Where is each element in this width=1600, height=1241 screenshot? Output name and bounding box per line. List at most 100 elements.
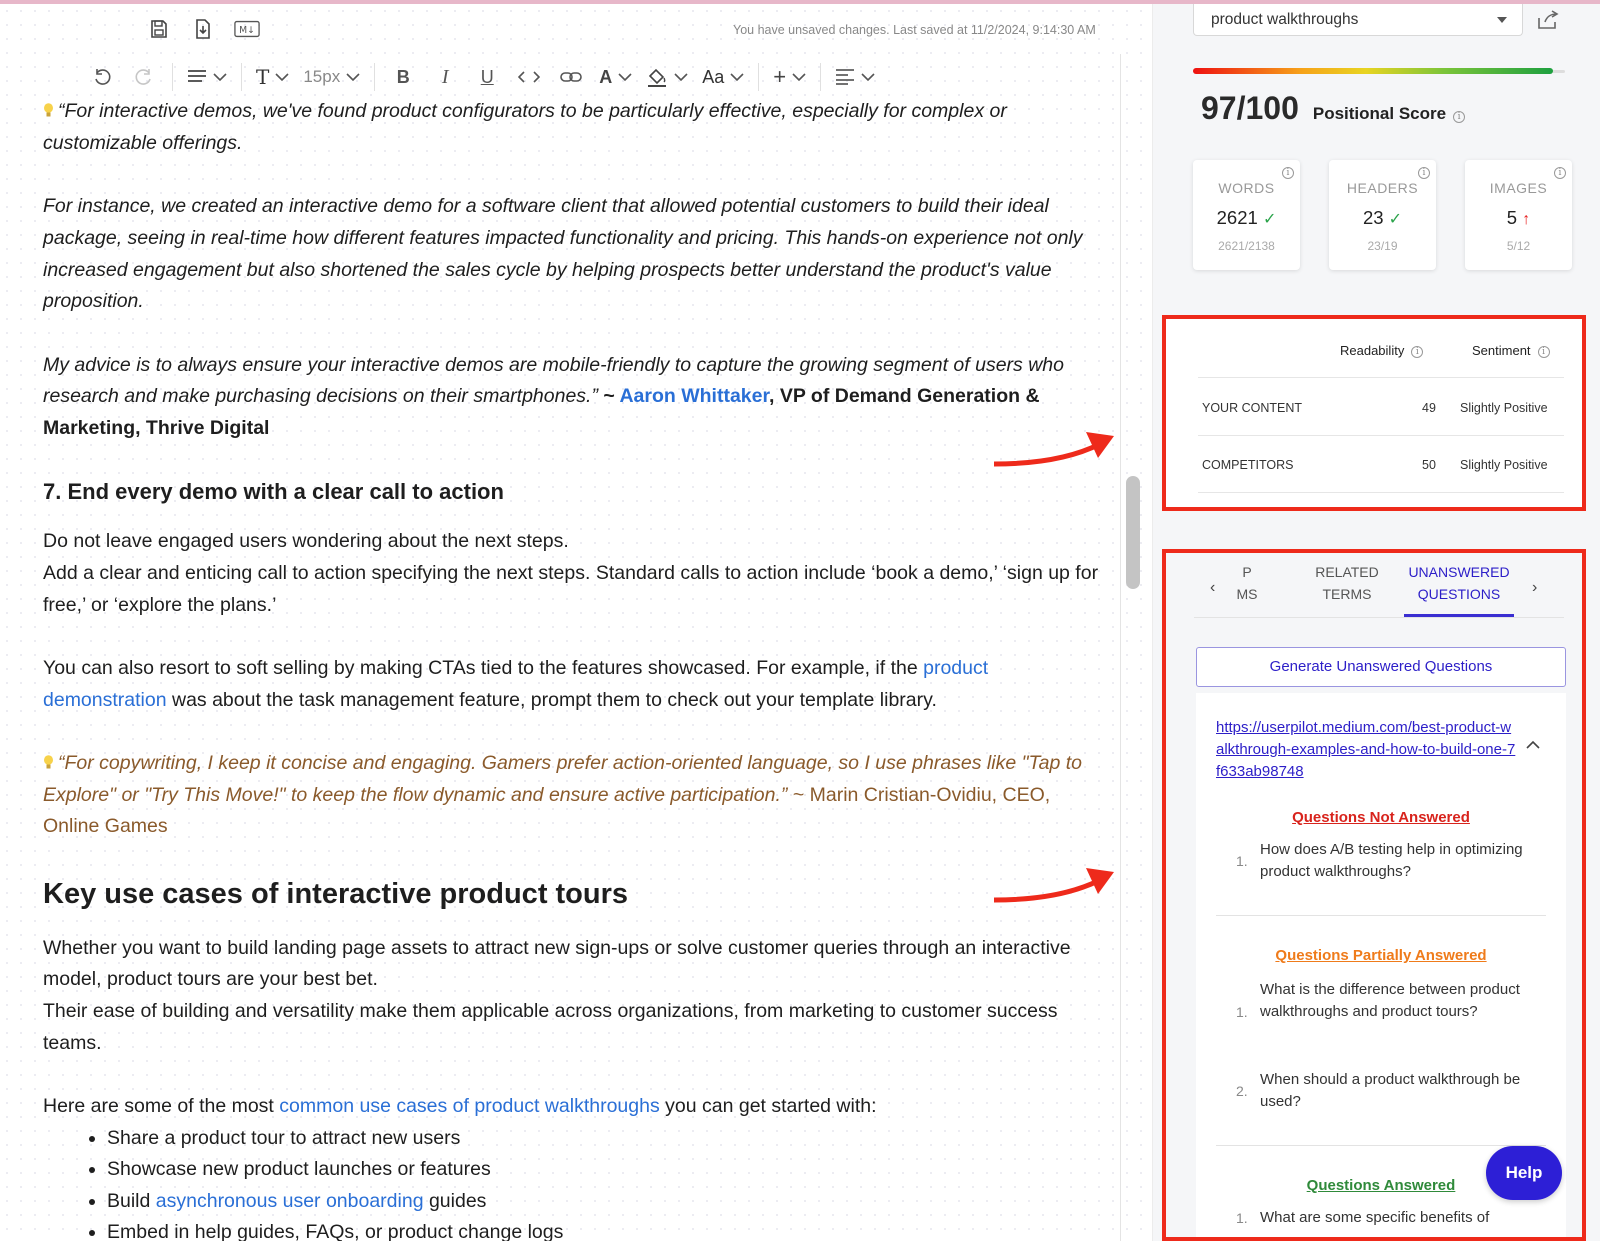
scrollbar-track	[1120, 54, 1121, 1241]
text-case-dropdown[interactable]: Aa	[702, 62, 744, 92]
readability-box: Readability i Sentiment i YOUR CONTENT 49 …	[1162, 315, 1586, 511]
bold-icon[interactable]: B	[389, 62, 417, 92]
link-icon[interactable]	[557, 62, 585, 92]
chevron-down-icon	[346, 73, 360, 82]
share-icon[interactable]	[1537, 10, 1559, 35]
body-text: You can also resort to soft selling by m…	[43, 656, 924, 679]
highlight-icon	[648, 68, 667, 87]
competitor-url-link[interactable]: https://userpilot.medium.com/best-produc…	[1216, 717, 1516, 783]
chevron-up-icon[interactable]	[1526, 737, 1540, 753]
quote-paragraph: “For copywriting, I keep it concise and …	[43, 748, 1103, 843]
score-bar	[1193, 68, 1553, 74]
stat-number: 2621	[1216, 207, 1258, 228]
onboarding-link[interactable]: asynchronous user onboarding	[156, 1190, 424, 1212]
underline-icon[interactable]: U	[473, 62, 501, 92]
images-card: i IMAGES 5 ↑ 5/12	[1465, 160, 1572, 270]
chevron-down-icon	[213, 73, 227, 82]
stat-number: 5	[1506, 207, 1518, 228]
tab-label: TERMS	[1322, 586, 1372, 602]
font-size-value: 15px	[303, 67, 341, 86]
stat-value: 5 ↑	[1465, 207, 1572, 229]
chevron-down-icon	[792, 73, 806, 82]
download-icon[interactable]	[190, 16, 216, 42]
undo-icon[interactable]	[88, 62, 116, 92]
body-text: was about the task management feature, p…	[166, 688, 937, 711]
stat-sub: 2621/2138	[1218, 239, 1275, 253]
score-row: 97/100 Positional Score i	[1201, 90, 1466, 127]
bullet-list: Share a product tour to attract new user…	[107, 1123, 1103, 1241]
readability-label: Readability	[1340, 343, 1405, 358]
italic-icon[interactable]: I	[431, 62, 459, 92]
body-paragraph: You can also resort to soft selling by m…	[43, 653, 1103, 716]
author-link[interactable]: Aaron Whittaker	[619, 385, 769, 407]
file-actions: M↓	[146, 16, 260, 42]
table-row: COMPETITORS 50 Slightly Positive	[1202, 458, 1562, 472]
not-answered-title: Questions Not Answered	[1292, 809, 1470, 826]
words-card: i WORDS 2621 ✓ 2621/2138	[1193, 160, 1300, 270]
check-icon: ✓	[1388, 211, 1403, 228]
keyword-select[interactable]: product walkthroughs	[1193, 4, 1523, 36]
item-number: 1.	[1236, 1004, 1248, 1020]
sentiment-header: Sentiment i	[1472, 343, 1550, 358]
info-icon[interactable]: i	[1453, 111, 1466, 123]
info-icon[interactable]: i	[1418, 167, 1430, 179]
stat-number: 23	[1362, 207, 1384, 228]
redo-icon[interactable]	[130, 62, 158, 92]
editor-content[interactable]: “For interactive demos, we've found prod…	[43, 96, 1103, 1241]
text-style-dropdown[interactable]: T	[256, 62, 289, 92]
align-icon	[836, 69, 855, 85]
insert-dropdown[interactable]: +	[773, 62, 806, 92]
help-button[interactable]: Help	[1486, 1146, 1562, 1200]
code-icon[interactable]	[515, 62, 543, 92]
row-label: YOUR CONTENT	[1202, 401, 1302, 415]
paragraph-icon	[188, 70, 206, 82]
stat-value: 23 ✓	[1329, 207, 1436, 229]
paragraph-dropdown[interactable]	[187, 62, 227, 92]
font-color-icon: A	[599, 66, 613, 87]
keyword-value: product walkthroughs	[1211, 10, 1359, 28]
section-heading: 7. End every demo with a clear call to a…	[43, 479, 504, 505]
align-dropdown[interactable]	[835, 62, 875, 92]
generate-questions-button[interactable]: Generate Unanswered Questions	[1196, 647, 1566, 687]
list-text: Share a product tour to attract new user…	[107, 1126, 461, 1149]
sentiment-label: Sentiment	[1472, 343, 1531, 358]
info-icon[interactable]: i	[1554, 167, 1566, 179]
use-cases-link[interactable]: common use cases of product walkthroughs	[279, 1095, 659, 1117]
info-icon[interactable]: i	[1282, 167, 1294, 179]
table-row: YOUR CONTENT 49 Slightly Positive	[1202, 401, 1562, 415]
stat-sub: 5/12	[1506, 239, 1531, 253]
quote-text: “For interactive demos, we've found prod…	[43, 100, 1007, 154]
tab-unanswered-questions[interactable]: UNANSWERED QUESTIONS	[1400, 561, 1518, 605]
tab-label: QUESTIONS	[1417, 586, 1501, 602]
stat-label: WORDS	[1218, 180, 1275, 196]
chevron-left-icon[interactable]: ‹	[1210, 579, 1215, 597]
editor-pane: M↓ You have unsaved changes. Last saved …	[0, 4, 1150, 1241]
markdown-icon[interactable]: M↓	[234, 16, 260, 42]
stat-label: IMAGES	[1489, 180, 1548, 196]
question-text: When should a product walkthrough be use…	[1260, 1071, 1521, 1110]
chevron-down-icon	[275, 73, 289, 82]
seo-panel: product walkthroughs 97/100 Positional S…	[1152, 4, 1600, 1241]
lightbulb-icon	[44, 755, 53, 769]
sentiment-value: Slightly Positive	[1460, 401, 1548, 415]
question-text: What are some specific benefits of	[1260, 1209, 1490, 1226]
list-item: Embed in help guides, FAQs, or product c…	[107, 1217, 1103, 1241]
info-icon[interactable]: i	[1411, 346, 1424, 358]
scrollbar-thumb[interactable]	[1126, 476, 1140, 589]
font-color-dropdown[interactable]: A	[599, 62, 632, 92]
save-icon[interactable]	[146, 16, 172, 42]
text-case-icon: Aa	[702, 66, 725, 87]
body-line: Whether you want to build landing page a…	[43, 936, 1071, 991]
chevron-right-icon[interactable]: ›	[1532, 579, 1537, 597]
font-size-dropdown[interactable]: 15px	[303, 62, 360, 92]
tab-related-terms[interactable]: RELATED TERMS	[1302, 561, 1392, 605]
info-icon[interactable]: i	[1537, 346, 1550, 358]
list-item: Share a product tour to attract new user…	[107, 1123, 1103, 1155]
highlight-dropdown[interactable]	[646, 62, 688, 92]
quote-paragraph: “For interactive demos, we've found prod…	[43, 96, 1103, 159]
body-line: Add a clear and enticing call to action …	[43, 561, 1099, 616]
tab-partial[interactable]: P MS	[1232, 561, 1262, 605]
toolbar-separator	[374, 63, 376, 91]
readability-score: 50	[1422, 458, 1436, 472]
chevron-down-icon	[618, 73, 632, 82]
